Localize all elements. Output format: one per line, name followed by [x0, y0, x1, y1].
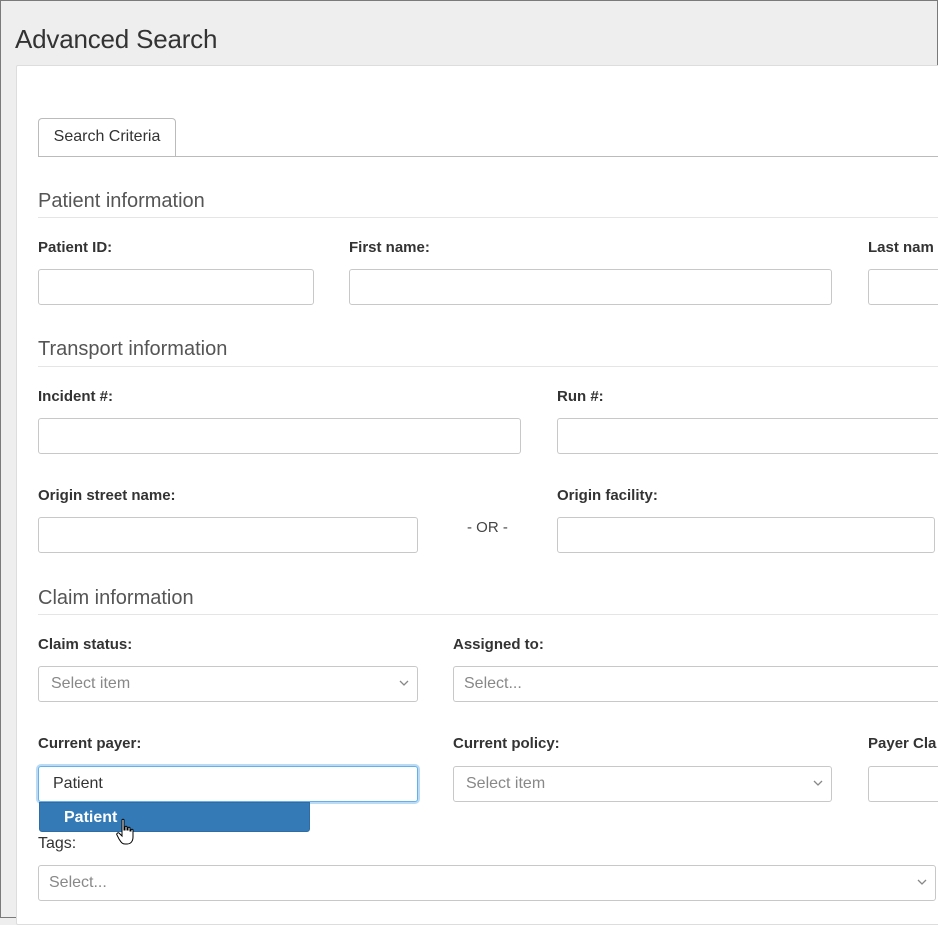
incident-input[interactable] — [38, 418, 521, 454]
autocomplete-option-patient[interactable]: Patient — [39, 802, 310, 832]
or-separator: - OR - — [467, 519, 508, 536]
section-title-claim: Claim information — [38, 587, 194, 609]
origin-street-input[interactable] — [38, 517, 418, 553]
payer-class-select[interactable] — [868, 766, 938, 802]
section-divider — [38, 217, 938, 218]
tags-label: Tags: — [38, 835, 77, 852]
patient-id-label: Patient ID: — [38, 239, 113, 256]
assigned-to-select[interactable]: Select... — [453, 666, 938, 702]
origin-facility-input[interactable] — [557, 517, 935, 553]
assigned-to-label: Assigned to: — [453, 636, 544, 653]
current-policy-placeholder: Select item — [466, 775, 546, 792]
hand-pointer-icon — [116, 818, 134, 845]
origin-facility-label: Origin facility: — [557, 487, 658, 504]
section-divider — [38, 614, 938, 615]
patient-id-input[interactable] — [38, 269, 314, 305]
assigned-to-placeholder: Select... — [464, 675, 522, 692]
tab-divider — [38, 156, 938, 157]
incident-label: Incident #: — [38, 388, 114, 405]
tags-select[interactable]: Select... — [38, 865, 936, 901]
claim-status-label: Claim status: — [38, 636, 133, 653]
tab-search-criteria[interactable]: Search Criteria — [38, 118, 176, 156]
current-policy-label: Current policy: — [453, 735, 560, 752]
payer-class-label: Payer Cla — [868, 735, 937, 752]
current-policy-select[interactable]: Select item — [453, 766, 832, 802]
tags-placeholder: Select... — [49, 874, 107, 891]
section-divider — [38, 366, 938, 367]
page-title: Advanced Search — [15, 24, 218, 54]
chevron-down-icon — [917, 879, 927, 885]
chevron-down-icon — [813, 780, 823, 786]
section-title-patient: Patient information — [38, 190, 205, 212]
last-name-label: Last nam — [868, 239, 934, 256]
chevron-down-icon — [399, 680, 409, 686]
run-label: Run #: — [557, 388, 604, 405]
section-title-transport: Transport information — [38, 338, 228, 360]
run-input[interactable] — [557, 418, 938, 454]
origin-street-label: Origin street name: — [38, 487, 176, 504]
claim-status-placeholder: Select item — [51, 675, 131, 692]
claim-status-select[interactable]: Select item — [38, 666, 418, 702]
first-name-input[interactable] — [349, 269, 832, 305]
last-name-input[interactable] — [868, 269, 938, 305]
first-name-label: First name: — [349, 239, 430, 256]
current-payer-label: Current payer: — [38, 735, 142, 752]
current-payer-input[interactable]: Patient — [38, 766, 418, 802]
